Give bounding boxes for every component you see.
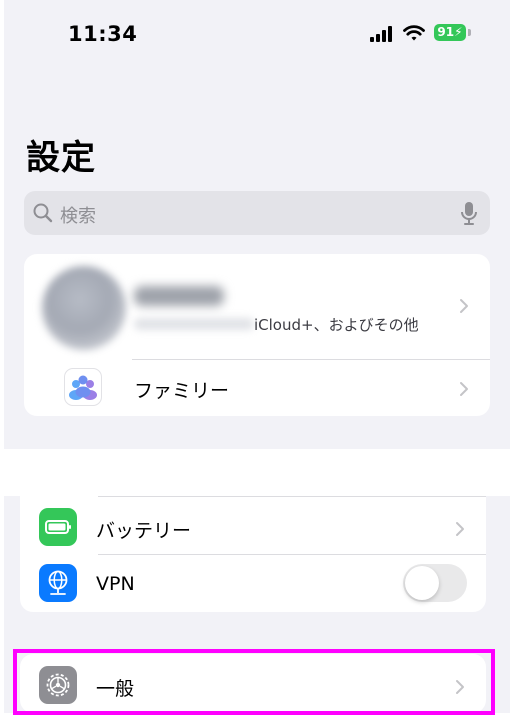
page-title: 設定 bbox=[26, 138, 96, 178]
account-subtitle: iCloud+、およびその他 bbox=[254, 316, 419, 334]
search-input[interactable]: 検索 bbox=[24, 191, 490, 235]
vpn-app-icon bbox=[39, 564, 77, 602]
battery-percent: 91 bbox=[437, 25, 455, 39]
settings-group-card: バッテリー VPN bbox=[20, 496, 486, 612]
account-sub-redacted bbox=[134, 318, 254, 330]
battery-level: 91⚡ bbox=[434, 24, 466, 41]
highlight-frame bbox=[13, 649, 495, 715]
chevron-right-icon bbox=[460, 382, 468, 396]
family-icon bbox=[64, 368, 102, 406]
status-time: 11:34 bbox=[68, 22, 138, 46]
vpn-toggle[interactable] bbox=[403, 564, 467, 602]
account-name-redacted bbox=[134, 286, 224, 306]
avatar bbox=[42, 266, 126, 350]
globe-network-icon bbox=[48, 570, 68, 595]
search-icon bbox=[33, 203, 53, 223]
charging-bolt-icon: ⚡ bbox=[454, 25, 463, 39]
chevron-right-icon bbox=[460, 299, 468, 313]
cellular-signal-icon bbox=[370, 26, 392, 42]
settings-top-panel: 11:34 91⚡ 設定 検索 iCloud+、およびその他 ファミリー bbox=[4, 0, 510, 449]
battery-app-icon bbox=[39, 508, 77, 546]
family-people-icon bbox=[69, 375, 97, 400]
toggle-knob bbox=[405, 566, 439, 600]
battery-label: バッテリー bbox=[96, 520, 192, 542]
divider bbox=[132, 359, 490, 360]
divider bbox=[98, 496, 486, 497]
divider bbox=[98, 554, 486, 555]
wifi-icon bbox=[403, 25, 425, 41]
chevron-right-icon bbox=[456, 522, 464, 536]
search-placeholder: 検索 bbox=[60, 206, 96, 227]
microphone-icon[interactable] bbox=[460, 201, 478, 226]
battery-icon bbox=[45, 520, 71, 534]
battery-cap bbox=[468, 29, 471, 36]
family-label: ファミリー bbox=[134, 380, 230, 402]
account-card: iCloud+、およびその他 ファミリー bbox=[24, 254, 490, 416]
vpn-label: VPN bbox=[96, 573, 135, 595]
